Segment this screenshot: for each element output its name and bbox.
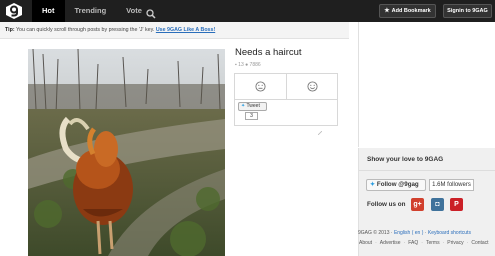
footer-faq[interactable]: FAQ [408,240,418,246]
separator: · [403,240,406,246]
signin-button[interactable]: Signin to 9GAG [443,4,492,18]
instagram-icon[interactable]: ◘ [431,198,444,211]
vote-box [234,73,338,100]
tweet-count: 3 [245,112,258,120]
twitter-follow-button[interactable]: ✦ Follow @9gag [366,179,426,191]
add-bookmark-label: Add Bookmark [391,8,431,14]
nav-hot[interactable]: Hot [32,0,65,22]
top-bar: Hot Trending Vote ★ Add Bookmark Signin t… [0,0,495,22]
points-icon: ● [245,62,249,68]
post-meta: ▪ 13 ● 7886 [235,62,261,68]
twitter-bird-icon: ✦ [370,181,376,188]
tweet-label: Tweet [246,103,260,109]
footer-privacy[interactable]: Privacy [447,240,463,246]
star-icon: ★ [384,8,390,14]
follow-label: Follow @9gag [376,181,419,188]
google-plus-icon[interactable]: g+ [411,198,424,211]
tweet-button[interactable]: ✦ Tweet [238,102,267,111]
sidebar-blank [358,22,495,147]
tip-prefix: Tip: [5,27,15,33]
separator: · [375,240,377,246]
separator: · [442,240,445,246]
points-count: 7886 [249,62,261,68]
twitter-bird-icon: ✦ [241,103,246,109]
sad-face-icon [255,81,266,92]
footer-terms[interactable]: Terms [426,240,440,246]
happy-face-icon [307,81,318,92]
post-image[interactable] [28,49,225,256]
tip-link[interactable]: Use 9GAG Like A Boss! [156,27,215,33]
tip-text: You can quickly scroll through posts by … [16,27,155,33]
pinterest-icon[interactable]: P [450,198,463,211]
9gag-logo[interactable] [4,2,24,20]
follow-us-label: Follow us on [367,201,406,208]
post-title[interactable]: Needs a haircut [235,47,302,58]
copyright-line: 9GAG © 2013 · English ( en ) · Keyboard … [358,230,471,236]
copyright-text: 9GAG © 2013 · [358,230,394,236]
divider [359,170,495,171]
footer-contact[interactable]: Contact [471,240,488,246]
main-nav: Hot Trending Vote [32,0,152,22]
comment-icon: ▪ [235,62,237,68]
language-link[interactable]: English ( en ) [394,230,423,236]
sidebar: Show your love to 9GAG ✦ Follow @9gag 1.… [358,148,495,256]
footer-about[interactable]: About [359,240,372,246]
search-icon[interactable] [146,6,156,19]
comment-count[interactable]: 13 [238,62,244,68]
upvote-button[interactable] [287,74,338,99]
share-box: ✦ Tweet 3 [234,100,338,126]
footer-advertise[interactable]: Advertise [380,240,401,246]
add-bookmark-button[interactable]: ★ Add Bookmark [379,4,436,18]
downvote-button[interactable] [235,74,286,99]
keyboard-shortcuts-link[interactable]: Keyboard shortcuts [428,230,471,236]
resize-grip-icon [317,122,323,136]
sidebar-heading: Show your love to 9GAG [367,156,444,163]
separator: · [466,240,469,246]
tip-bar: Tip: You can quickly scroll through post… [0,22,349,39]
footer-links: About · Advertise · FAQ · Terms · Privacy · Contac… [359,240,489,246]
separator: · [421,240,423,246]
followers-count: 1.6M followers [429,179,474,191]
nav-trending[interactable]: Trending [65,0,117,22]
